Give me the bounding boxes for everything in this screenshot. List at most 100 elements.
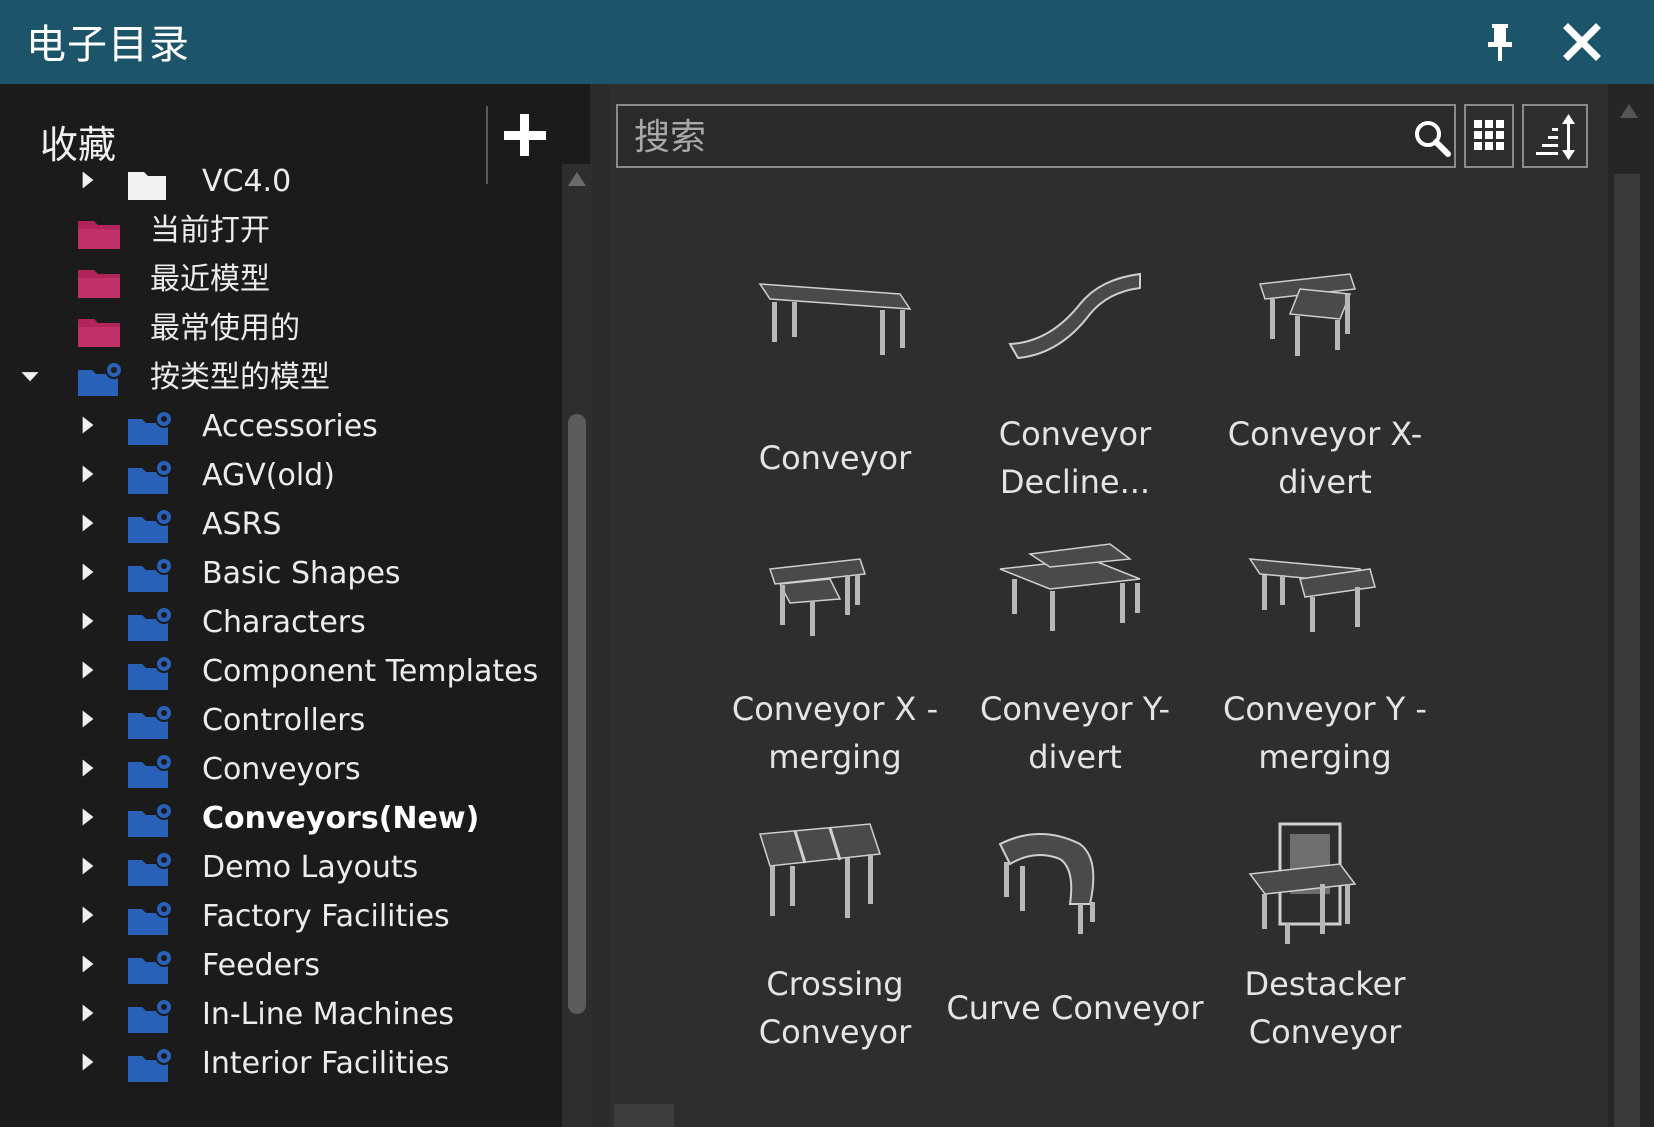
blue-gear-folder-icon	[78, 361, 123, 396]
tree-item[interactable]: Basic Shapes	[0, 550, 560, 598]
title-bar: 电子目录	[0, 0, 1654, 84]
chevron-right-icon[interactable]	[78, 854, 98, 878]
catalog-item-label: Conveyor	[998, 415, 1152, 453]
tree-item[interactable]: Conveyors(New)	[0, 795, 560, 843]
tree-item-label: Characters	[202, 605, 366, 640]
pin-icon[interactable]	[1480, 20, 1520, 64]
tree-item[interactable]: Factory Facilities	[0, 893, 560, 941]
tree-scrollbar-thumb[interactable]	[568, 414, 586, 1014]
tree-item-label: Interior Facilities	[202, 1046, 450, 1081]
catalog-item[interactable]: Crossing Conveyor	[700, 814, 970, 1074]
catalog-item-label-line2: merging	[1258, 738, 1392, 776]
blue-gear-folder-icon	[128, 900, 173, 935]
search-box	[616, 104, 1456, 168]
tree-item[interactable]: Demo Layouts	[0, 844, 560, 892]
tree-item[interactable]: 按类型的模型	[0, 354, 560, 402]
blue-gear-folder-icon	[128, 802, 173, 837]
catalog-item[interactable]: Conveyor Y - merging	[1190, 539, 1460, 799]
catalog-item[interactable]: Conveyor	[700, 264, 970, 524]
catalog-item-label-line2: Decline...	[999, 463, 1151, 501]
tree-item-label: In-Line Machines	[202, 997, 454, 1032]
chevron-right-icon[interactable]	[78, 756, 98, 780]
tree-item[interactable]: Accessories	[0, 403, 560, 451]
search-input[interactable]	[632, 112, 1356, 162]
tree-item[interactable]: VC4.0	[0, 158, 560, 206]
catalog-item[interactable]: Destacker Conveyor	[1190, 814, 1460, 1074]
catalog-item-label: Conveyor X-	[1227, 415, 1423, 453]
chevron-right-icon[interactable]	[78, 903, 98, 927]
conveyor-y-merging-thumb	[1248, 558, 1376, 632]
chevron-right-icon[interactable]	[78, 462, 98, 486]
chevron-right-icon[interactable]	[78, 168, 98, 192]
tree-item-label: ASRS	[202, 507, 282, 542]
blue-gear-folder-icon	[128, 508, 173, 543]
conveyor-x-divert-thumb	[1258, 273, 1357, 356]
catalog-item-label-line2: Conveyor	[758, 1013, 912, 1051]
chevron-right-icon[interactable]	[78, 511, 98, 535]
magnifier-icon[interactable]	[1412, 118, 1452, 158]
tree-item[interactable]: In-Line Machines	[0, 991, 560, 1039]
sort-button[interactable]	[1522, 104, 1588, 168]
chevron-right-icon[interactable]	[78, 560, 98, 584]
catalog-item-label: Curve Conveyor	[946, 989, 1204, 1027]
pink-folder-icon	[78, 221, 120, 249]
horizontal-scroll-stub[interactable]	[614, 1104, 674, 1127]
catalog-item-label-line2: divert	[1028, 738, 1122, 776]
tree-item[interactable]: 最常使用的	[0, 305, 560, 353]
catalog-item-label-line2: Conveyor	[1248, 1013, 1402, 1051]
conveyor-thumb	[758, 283, 912, 355]
tree-item-label: 当前打开	[150, 213, 270, 248]
items-scrollbar[interactable]	[1608, 84, 1654, 1127]
pink-folder-icon	[78, 319, 120, 347]
window-title: 电子目录	[26, 22, 190, 68]
tree-item[interactable]: Feeders	[0, 942, 560, 990]
catalog-item[interactable]: Conveyor Y-divert	[940, 539, 1210, 799]
tree-item-label: 最近模型	[150, 262, 270, 297]
pink-folder-icon	[78, 270, 120, 298]
tree-item[interactable]: Component Templates	[0, 648, 560, 696]
chevron-right-icon[interactable]	[78, 1050, 98, 1074]
tree-item[interactable]: Controllers	[0, 697, 560, 745]
tree-item-label: Feeders	[202, 948, 320, 983]
catalog-item[interactable]: Conveyor X - merging	[700, 539, 970, 799]
tree-item-label: Basic Shapes	[202, 556, 401, 591]
tree-item[interactable]: ASRS	[0, 501, 560, 549]
add-favorite-button[interactable]	[500, 110, 550, 160]
tree-item[interactable]: Characters	[0, 599, 560, 647]
tree-item[interactable]: Conveyors	[0, 746, 560, 794]
tree-item-label: Demo Layouts	[202, 850, 419, 885]
close-icon[interactable]	[1560, 20, 1604, 64]
chevron-right-icon[interactable]	[78, 1001, 98, 1025]
grid-view-button[interactable]	[1464, 104, 1514, 168]
catalog-item-label: Destacker	[1244, 965, 1406, 1003]
tree-item[interactable]: 当前打开	[0, 207, 560, 255]
white-folder-icon	[128, 172, 166, 200]
tree-item[interactable]: 最近模型	[0, 256, 560, 304]
chevron-right-icon[interactable]	[78, 609, 98, 633]
catalog-item-label: Conveyor	[758, 439, 912, 477]
tree-item-label: 按类型的模型	[150, 360, 330, 395]
catalog-item[interactable]: Conveyor Decline...	[940, 264, 1210, 524]
items-scrollbar-track[interactable]	[1614, 174, 1640, 1127]
tree-item-label: VC4.0	[202, 164, 292, 199]
tree-item[interactable]: AGV(old)	[0, 452, 560, 500]
scroll-up-icon[interactable]	[1618, 100, 1640, 122]
tree-item[interactable]: Interior Facilities	[0, 1040, 560, 1088]
blue-gear-folder-icon	[128, 704, 173, 739]
chevron-right-icon[interactable]	[78, 413, 98, 437]
chevron-down-icon[interactable]	[20, 364, 40, 388]
chevron-right-icon[interactable]	[78, 707, 98, 731]
scroll-up-icon[interactable]	[566, 168, 588, 190]
tree-scrollbar[interactable]	[562, 164, 592, 1127]
chevron-right-icon[interactable]	[78, 658, 98, 682]
conveyor-x-merging-thumb	[768, 558, 867, 636]
catalog-item-label-line2: merging	[768, 738, 902, 776]
chevron-right-icon[interactable]	[78, 952, 98, 976]
catalog-item[interactable]: Conveyor X-divert	[1190, 264, 1460, 524]
catalog-item-label-line2: divert	[1278, 463, 1372, 501]
tree-item-label: Conveyors(New)	[202, 801, 480, 836]
catalog-item[interactable]: Curve Conveyor	[940, 814, 1210, 1074]
blue-gear-folder-icon	[128, 557, 173, 592]
chevron-right-icon[interactable]	[78, 805, 98, 829]
curve-conveyor-thumb	[998, 833, 1095, 934]
